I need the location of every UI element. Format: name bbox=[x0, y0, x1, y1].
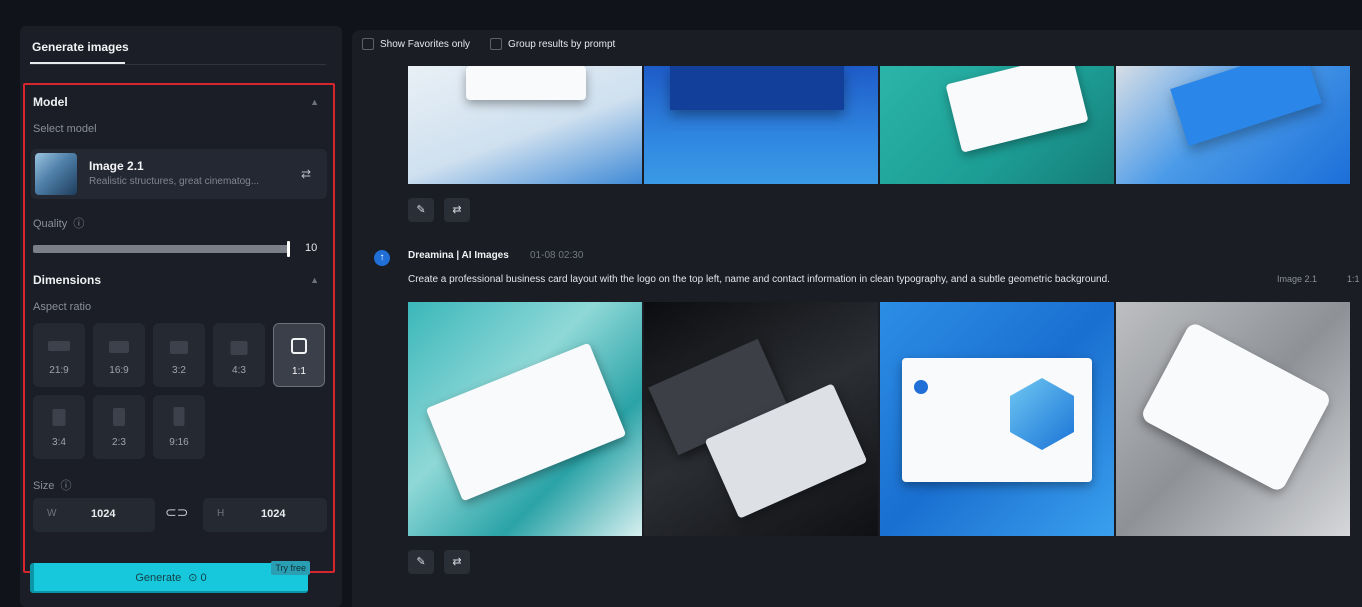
size-label-text: Size bbox=[33, 480, 55, 492]
ratio-shape-icon bbox=[48, 341, 70, 351]
result-source: Dreamina | AI Images bbox=[408, 250, 509, 261]
coin-icon: ⊙ bbox=[188, 572, 198, 584]
ratio-label: 16:9 bbox=[109, 365, 129, 376]
business-card-image bbox=[1170, 66, 1322, 147]
business-card-image bbox=[425, 342, 627, 502]
model-description: Realistic structures, great cinematog... bbox=[89, 176, 260, 187]
result-image[interactable] bbox=[644, 302, 878, 536]
quality-value: 10 bbox=[305, 242, 318, 254]
try-free-badge: Try free bbox=[271, 561, 310, 575]
link-icon[interactable]: ⊂⊃ bbox=[165, 504, 188, 521]
ratio-shape-icon bbox=[52, 409, 66, 426]
width-value: 1024 bbox=[91, 508, 116, 520]
ratio-shape-icon bbox=[173, 407, 185, 426]
result-image[interactable] bbox=[1116, 302, 1350, 536]
generate-button[interactable]: Generate ⊙ 0 Try free bbox=[30, 561, 310, 593]
result-image[interactable] bbox=[880, 302, 1114, 536]
generate-label-text: Generate bbox=[135, 572, 182, 584]
ratio-16-9[interactable]: 16:9 bbox=[93, 323, 145, 387]
business-card-image bbox=[902, 358, 1092, 482]
model-thumbnail bbox=[35, 153, 77, 195]
chevron-up-icon[interactable]: ▲ bbox=[310, 275, 319, 285]
ai-logo-icon: ↑ bbox=[374, 250, 390, 266]
generate-label: Generate ⊙ 0 bbox=[34, 571, 308, 584]
quality-label: Quality ⓘ bbox=[33, 215, 84, 231]
ratio-label: 21:9 bbox=[49, 365, 69, 376]
quality-slider-handle[interactable] bbox=[287, 241, 290, 257]
generate-panel: Generate images Model ▲ Select model Ima… bbox=[20, 26, 342, 607]
edit-icon[interactable]: ✎ bbox=[408, 550, 434, 574]
ratio-4-3[interactable]: 4:3 bbox=[213, 323, 265, 387]
result-image[interactable] bbox=[408, 66, 642, 184]
quality-slider[interactable] bbox=[33, 245, 289, 253]
ratio-label: 2:3 bbox=[112, 437, 126, 448]
settings-box: Model ▲ Select model Image 2.1 Realistic… bbox=[23, 83, 335, 573]
generate-cost: 0 bbox=[200, 572, 207, 584]
business-card-image bbox=[670, 66, 844, 110]
app-root: Generate images Model ▲ Select model Ima… bbox=[0, 0, 1362, 607]
checkbox[interactable] bbox=[362, 38, 374, 50]
ratio-3-2[interactable]: 3:2 bbox=[153, 323, 205, 387]
height-input[interactable]: H 1024 bbox=[203, 498, 327, 532]
result-image[interactable] bbox=[880, 66, 1114, 184]
model-selector[interactable]: Image 2.1 Realistic structures, great ci… bbox=[31, 149, 327, 199]
group-toggle[interactable]: Group results by prompt bbox=[490, 38, 615, 50]
result-ratio: 1:1 bbox=[1347, 274, 1360, 284]
business-card-image bbox=[945, 66, 1089, 153]
square-icon bbox=[291, 338, 307, 354]
group-label: Group results by prompt bbox=[508, 38, 616, 50]
ratio-1-1[interactable]: 1:1 bbox=[273, 323, 325, 387]
favorites-label: Show Favorites only bbox=[380, 38, 471, 50]
result-image[interactable] bbox=[644, 66, 878, 184]
result-image[interactable] bbox=[408, 302, 642, 536]
dimensions-section-title: Dimensions bbox=[33, 273, 102, 287]
ratio-label: 1:1 bbox=[292, 366, 306, 377]
result-prompt[interactable]: Create a professional business card layo… bbox=[408, 274, 1110, 285]
ratio-3-4[interactable]: 3:4 bbox=[33, 395, 85, 459]
height-value: 1024 bbox=[261, 508, 286, 520]
favorites-toggle[interactable]: Show Favorites only bbox=[362, 38, 470, 50]
model-section-title: Model bbox=[33, 95, 68, 109]
ratio-shape-icon bbox=[170, 341, 188, 354]
aspect-ratio-label: Aspect ratio bbox=[33, 301, 92, 313]
info-icon[interactable]: ⓘ bbox=[73, 218, 84, 230]
ratio-shape-icon bbox=[230, 341, 248, 355]
ratio-label: 9:16 bbox=[169, 437, 189, 448]
width-prefix: W bbox=[47, 508, 57, 519]
result-model: Image 2.1 bbox=[1277, 274, 1318, 284]
edit-icon[interactable]: ✎ bbox=[408, 198, 434, 222]
size-label: Size ⓘ bbox=[33, 477, 71, 493]
results-panel: Show Favorites only Group results by pro… bbox=[352, 30, 1362, 607]
info-icon[interactable]: ⓘ bbox=[60, 480, 71, 492]
hexagon-icon bbox=[1010, 378, 1074, 450]
checkbox[interactable] bbox=[490, 38, 503, 50]
tab-divider bbox=[30, 64, 326, 65]
result-image[interactable] bbox=[1116, 66, 1350, 184]
ratio-2-3[interactable]: 2:3 bbox=[93, 395, 145, 459]
ratio-shape-icon bbox=[113, 408, 125, 426]
ratio-label: 3:4 bbox=[52, 437, 66, 448]
tab-generate-images[interactable]: Generate images bbox=[32, 40, 129, 54]
ratio-21-9[interactable]: 21:9 bbox=[33, 323, 85, 387]
width-input[interactable]: W 1024 bbox=[33, 498, 155, 532]
chevron-up-icon[interactable]: ▲ bbox=[310, 97, 319, 107]
business-card-image bbox=[1139, 320, 1333, 494]
result-timestamp: 01-08 02:30 bbox=[530, 250, 584, 261]
retry-icon[interactable]: ⇄ bbox=[444, 550, 470, 574]
quality-label-text: Quality bbox=[33, 218, 68, 230]
ratio-label: 3:2 bbox=[172, 365, 186, 376]
ratio-label: 4:3 bbox=[232, 365, 246, 376]
select-model-label: Select model bbox=[33, 123, 97, 135]
ratio-shape-icon bbox=[109, 341, 129, 353]
height-prefix: H bbox=[217, 508, 225, 519]
sliders-icon[interactable]: ⇄ bbox=[301, 167, 311, 181]
model-name: Image 2.1 bbox=[89, 159, 144, 173]
ratio-9-16[interactable]: 9:16 bbox=[153, 395, 205, 459]
logo-icon bbox=[914, 380, 928, 394]
results-toolbar: Show Favorites only Group results by pro… bbox=[362, 38, 615, 50]
retry-icon[interactable]: ⇄ bbox=[444, 198, 470, 222]
business-card-image bbox=[466, 66, 586, 100]
